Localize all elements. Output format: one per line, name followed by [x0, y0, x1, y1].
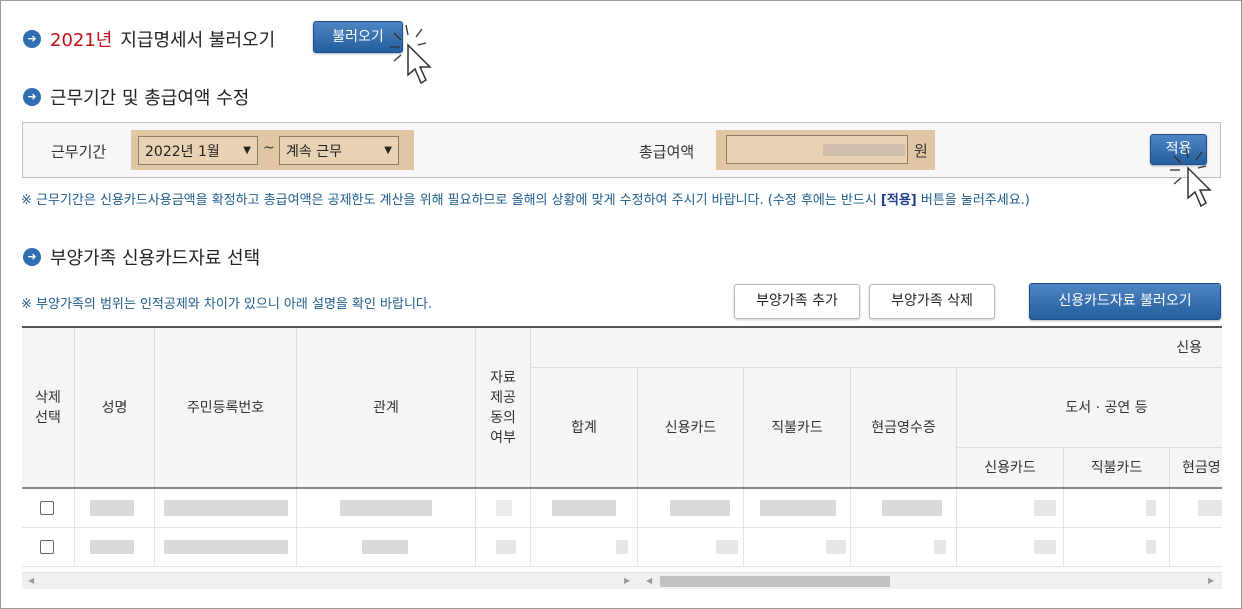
click-cursor-icon: [1170, 147, 1212, 208]
blurred-amount: [1198, 500, 1222, 516]
blurred-relation: [362, 540, 408, 554]
col-group-credit: 신용: [531, 328, 1222, 368]
end-period-select[interactable]: 계속 근무 ▼: [279, 136, 399, 165]
scroll-right-icon[interactable]: ▶: [1208, 576, 1214, 585]
blurred-amount: [1034, 500, 1056, 516]
section-title: 근무기간 및 총급여액 수정: [50, 88, 250, 109]
arrow-bullet-icon: ➜: [23, 30, 41, 48]
col-consent: 자료 제공 동의 여부: [476, 328, 531, 488]
blurred-rrn: [164, 540, 288, 554]
col-books-cash: 현금영: [1170, 448, 1222, 488]
scroll-right-icon[interactable]: ▶: [624, 576, 630, 585]
section-load-statement: ➜ 2021년 지급명세서 불러오기: [23, 26, 275, 52]
blurred-amount: [1146, 540, 1156, 554]
start-month-value: 2022년 1월: [145, 143, 220, 160]
dependents-note: ※ 부양가족의 범위는 인적공제와 차이가 있으니 아래 설명을 확인 바랍니다…: [21, 297, 433, 312]
col-name: 성명: [75, 328, 155, 488]
note-tail: 버튼을 눌러주세요.): [916, 193, 1030, 208]
blurred-amount: [670, 500, 730, 516]
blurred-amount: [616, 540, 628, 554]
load-card-data-button[interactable]: 신용카드자료 불러오기: [1029, 283, 1221, 320]
horizontal-scrollbar-left[interactable]: ◀ ▶: [22, 572, 642, 589]
salary-label: 총급여액: [639, 143, 695, 161]
start-month-select[interactable]: 2022년 1월 ▼: [138, 136, 258, 165]
note-bold: [적용]: [880, 193, 917, 208]
section-title: 지급명세서 불러오기: [120, 30, 276, 51]
section-title: 부양가족 신용카드자료 선택: [50, 248, 261, 269]
arrow-bullet-icon: ➜: [23, 88, 41, 106]
col-relation: 관계: [297, 328, 476, 488]
period-salary-note: ※ 근무기간은 신용카드사용금액을 확정하고 총급여액은 공제한도 계산을 위해…: [21, 189, 1030, 208]
col-books-debit: 직불카드: [1064, 448, 1170, 488]
blurred-relation: [340, 500, 432, 516]
col-books-credit: 신용카드: [957, 448, 1064, 488]
period-separator: ~: [263, 140, 275, 156]
horizontal-scrollbar-right[interactable]: ◀ ▶: [642, 572, 1222, 589]
period-label: 근무기간: [51, 143, 107, 161]
add-dependent-button[interactable]: 부양가족 추가: [734, 284, 860, 319]
chevron-down-icon: ▼: [243, 145, 251, 156]
salary-unit: 원: [914, 142, 928, 160]
scroll-left-icon[interactable]: ◀: [646, 576, 652, 585]
col-debit-card: 직불카드: [744, 368, 851, 488]
blurred-amount: [760, 500, 836, 516]
scrollbar-thumb[interactable]: [660, 576, 890, 587]
blurred-name: [90, 540, 134, 554]
col-delete-select: 삭제 선택: [22, 328, 75, 488]
section-dependents-card: ➜ 부양가족 신용카드자료 선택: [23, 244, 260, 270]
scroll-left-icon[interactable]: ◀: [28, 576, 34, 585]
blurred-value: [823, 144, 905, 156]
row-delete-checkbox[interactable]: [40, 501, 54, 515]
blurred-amount: [1034, 540, 1056, 554]
blurred-consent: [496, 540, 516, 554]
period-salary-form: 근무기간 2022년 1월 ▼ ~ 계속 근무 ▼ 총급여액 원 적용: [22, 122, 1221, 178]
blurred-name: [90, 500, 134, 516]
click-cursor-icon: [390, 24, 432, 85]
blurred-amount: [1146, 500, 1156, 516]
end-period-value: 계속 근무: [286, 143, 342, 160]
delete-dependent-button[interactable]: 부양가족 삭제: [869, 284, 995, 319]
salary-input[interactable]: [726, 135, 908, 164]
chevron-down-icon: ▼: [384, 145, 392, 156]
section-year: 2021년: [50, 30, 113, 51]
blurred-amount: [826, 540, 846, 554]
blurred-amount: [934, 540, 946, 554]
col-rrn: 주민등록번호: [155, 328, 297, 488]
col-books-performances: 도서 · 공연 등: [957, 368, 1222, 448]
col-credit-card: 신용카드: [638, 368, 744, 488]
note-text: ※ 근무기간은 신용카드사용금액을 확정하고 총급여액은 공제한도 계산을 위해…: [21, 193, 881, 208]
col-cash-receipt: 현금영수증: [851, 368, 957, 488]
blurred-consent: [496, 500, 512, 516]
section-period-salary: ➜ 근무기간 및 총급여액 수정: [23, 84, 249, 110]
row-delete-checkbox[interactable]: [40, 540, 54, 554]
col-total: 합계: [531, 368, 638, 488]
blurred-amount: [882, 500, 942, 516]
blurred-amount: [552, 500, 616, 516]
page-frame: ➜ 2021년 지급명세서 불러오기 불러오기 ➜ 근무기간 및 총급여액 수정…: [0, 0, 1242, 609]
blurred-amount: [716, 540, 738, 554]
blurred-rrn: [164, 500, 288, 516]
dependents-card-table: 삭제 선택 성명 주민등록번호 관계 자료 제공 동의 여부 신용 합계 신용카…: [22, 326, 1222, 592]
arrow-bullet-icon: ➜: [23, 248, 41, 266]
